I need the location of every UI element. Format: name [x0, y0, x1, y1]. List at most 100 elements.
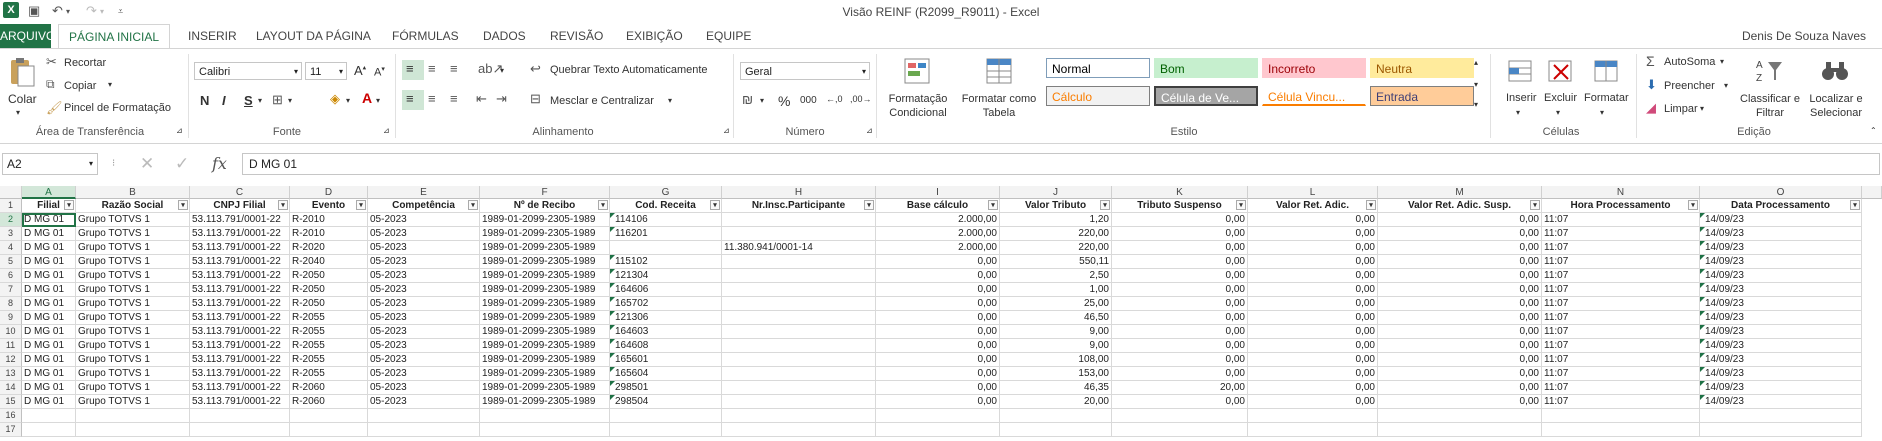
table-cell[interactable]: D MG 01: [22, 367, 76, 381]
table-cell[interactable]: 165702: [610, 297, 722, 311]
header-cell[interactable]: Base cálculo ▾: [876, 199, 1000, 213]
table-cell[interactable]: 0,00: [1378, 227, 1542, 241]
table-cell[interactable]: 1,20: [1000, 213, 1112, 227]
table-cell[interactable]: [722, 227, 876, 241]
filter-dropdown-icon[interactable]: ▾: [864, 200, 874, 210]
conditional-formatting-button[interactable]: Formatação Condicional: [884, 92, 952, 120]
table-cell[interactable]: 108,00: [1000, 353, 1112, 367]
cell[interactable]: [876, 409, 1000, 423]
cut-button[interactable]: Recortar: [64, 57, 106, 69]
table-cell[interactable]: 0,00: [1112, 255, 1248, 269]
copy-dropdown-icon[interactable]: ▾: [108, 80, 112, 89]
row-header-10[interactable]: 10: [0, 325, 22, 339]
table-cell[interactable]: 05-2023: [368, 269, 480, 283]
table-cell[interactable]: Grupo TOTVS 1: [76, 395, 190, 409]
table-cell[interactable]: [722, 311, 876, 325]
table-cell[interactable]: Grupo TOTVS 1: [76, 381, 190, 395]
table-cell[interactable]: 53.113.791/0001-22: [190, 297, 290, 311]
row-header-17[interactable]: 17: [0, 423, 22, 437]
cell[interactable]: [1700, 409, 1862, 423]
user-name[interactable]: Denis De Souza Naves: [1742, 29, 1866, 43]
table-cell[interactable]: 11:07: [1542, 311, 1700, 325]
merge-center-button[interactable]: Mesclar e Centralizar: [550, 95, 654, 107]
table-cell[interactable]: [722, 367, 876, 381]
table-cell[interactable]: 53.113.791/0001-22: [190, 339, 290, 353]
table-cell[interactable]: 1989-01-2099-2305-1989: [480, 213, 610, 227]
underline-button[interactable]: S: [244, 93, 253, 108]
table-cell[interactable]: 0,00: [876, 381, 1000, 395]
table-cell[interactable]: Grupo TOTVS 1: [76, 241, 190, 255]
table-cell[interactable]: 1989-01-2099-2305-1989: [480, 297, 610, 311]
table-cell[interactable]: 0,00: [1248, 395, 1378, 409]
header-cell[interactable]: Valor Tributo ▾: [1000, 199, 1112, 213]
cell[interactable]: [722, 409, 876, 423]
table-cell[interactable]: D MG 01: [22, 283, 76, 297]
decrease-font-icon[interactable]: A▾: [374, 65, 385, 79]
table-cell[interactable]: Grupo TOTVS 1: [76, 311, 190, 325]
tab-data[interactable]: DADOS: [481, 24, 528, 48]
table-cell[interactable]: 0,00: [1112, 325, 1248, 339]
cell[interactable]: [722, 423, 876, 437]
table-cell[interactable]: 298501: [610, 381, 722, 395]
table-cell[interactable]: 0,00: [1112, 339, 1248, 353]
row-header-2[interactable]: 2: [0, 213, 22, 227]
table-cell[interactable]: D MG 01: [22, 269, 76, 283]
table-cell[interactable]: 53.113.791/0001-22: [190, 311, 290, 325]
name-box[interactable]: A2 ▾: [2, 153, 98, 175]
row-header-13[interactable]: 13: [0, 367, 22, 381]
table-cell[interactable]: Grupo TOTVS 1: [76, 283, 190, 297]
header-cell[interactable]: Cod. Receita ▾: [610, 199, 722, 213]
table-cell[interactable]: 11:07: [1542, 339, 1700, 353]
header-cell[interactable]: Data Processamento ▾: [1700, 199, 1862, 213]
table-cell[interactable]: 0,00: [1248, 367, 1378, 381]
tab-review[interactable]: REVISÃO: [548, 24, 605, 48]
table-cell[interactable]: 1989-01-2099-2305-1989: [480, 227, 610, 241]
table-cell[interactable]: 9,00: [1000, 339, 1112, 353]
wrap-text-button[interactable]: Quebrar Texto Automaticamente: [550, 64, 708, 76]
cell[interactable]: [22, 423, 76, 437]
table-cell[interactable]: Grupo TOTVS 1: [76, 213, 190, 227]
table-cell[interactable]: 116201: [610, 227, 722, 241]
table-cell[interactable]: D MG 01: [22, 381, 76, 395]
insert-dropdown-icon[interactable]: ▾: [1516, 108, 1520, 117]
table-cell[interactable]: 0,00: [1248, 213, 1378, 227]
borders-dropdown-icon[interactable]: ▾: [288, 96, 292, 105]
table-cell[interactable]: D MG 01: [22, 339, 76, 353]
table-cell[interactable]: 0,00: [876, 283, 1000, 297]
row-header-12[interactable]: 12: [0, 353, 22, 367]
table-cell[interactable]: 0,00: [876, 311, 1000, 325]
row-header-5[interactable]: 5: [0, 255, 22, 269]
fill-dropdown-icon[interactable]: ▾: [1724, 81, 1728, 90]
table-cell[interactable]: 0,00: [1248, 241, 1378, 255]
insert-function-button[interactable]: fx: [212, 154, 227, 173]
sort-filter-button[interactable]: Classificar e Filtrar: [1736, 92, 1804, 120]
table-cell[interactable]: 165601: [610, 353, 722, 367]
filter-dropdown-icon[interactable]: ▾: [178, 200, 188, 210]
gallery-more-icon[interactable]: ▾: [1474, 100, 1478, 109]
table-cell[interactable]: 0,00: [1112, 367, 1248, 381]
gallery-scroll-up-icon[interactable]: ▴: [1474, 58, 1478, 67]
table-cell[interactable]: 1989-01-2099-2305-1989: [480, 381, 610, 395]
table-cell[interactable]: 0,00: [876, 353, 1000, 367]
format-painter-button[interactable]: Pincel de Formatação: [64, 102, 171, 114]
table-cell[interactable]: [722, 325, 876, 339]
row-header-9[interactable]: 9: [0, 311, 22, 325]
cell[interactable]: [290, 423, 368, 437]
clear-dropdown-icon[interactable]: ▾: [1700, 104, 1704, 113]
align-middle-icon[interactable]: ≡: [428, 61, 436, 76]
row-header-6[interactable]: 6: [0, 269, 22, 283]
table-cell[interactable]: [610, 241, 722, 255]
delete-cells-button[interactable]: Excluir: [1544, 92, 1577, 104]
header-cell[interactable]: Nr.Insc.Participante ▾: [722, 199, 876, 213]
comma-style-button[interactable]: 000: [800, 95, 817, 106]
table-cell[interactable]: 53.113.791/0001-22: [190, 269, 290, 283]
table-cell[interactable]: 0,00: [1378, 311, 1542, 325]
table-cell[interactable]: 20,00: [1112, 381, 1248, 395]
cell[interactable]: [1000, 409, 1112, 423]
table-cell[interactable]: 0,00: [876, 297, 1000, 311]
filter-dropdown-icon[interactable]: ▾: [1366, 200, 1376, 210]
cell[interactable]: [76, 423, 190, 437]
paste-button[interactable]: Colar: [8, 92, 37, 106]
table-cell[interactable]: D MG 01: [22, 227, 76, 241]
formula-input[interactable]: D MG 01: [242, 153, 1880, 175]
